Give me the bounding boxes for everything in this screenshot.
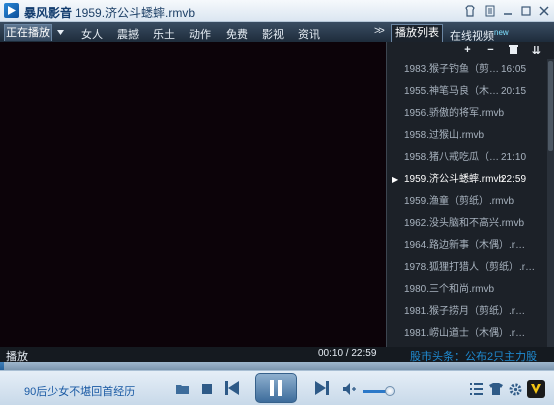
menu-icon[interactable] [482,3,498,19]
open-folder-icon[interactable] [176,383,190,395]
app-logo-icon [4,3,19,18]
control-bar: 90后少女不堪回首经历 [0,370,554,405]
playlist-item-duration: 21:10 [501,152,527,163]
maximize-icon[interactable] [518,3,534,19]
pause-button[interactable] [255,373,297,403]
playlist-item[interactable]: 1959.渔童（剪纸）.rmvb [387,191,547,213]
trash-icon[interactable] [507,44,520,57]
playlist-scrollbar[interactable] [547,59,554,347]
playlist-item[interactable]: 1978.狐狸打猎人（剪纸）.r… [387,257,547,279]
skin-shirt-icon[interactable] [489,382,503,396]
playlist-item[interactable]: 1962.没头脑和不高兴.rmvb [387,213,547,235]
playlist-item-name: 1958.过猴山.rmvb [404,130,485,141]
stop-icon[interactable] [201,383,213,395]
nav-item-women[interactable]: 女人 [81,26,103,42]
nav-item-free[interactable]: 免费 [226,26,248,42]
playlist-item-name: 1981.猴子捞月（剪纸）.r… [404,306,526,317]
playlist-item-name: 1959.济公斗蟋蟀.rmvb [404,174,505,185]
playlist-item-name: 1962.没头脑和不高兴.rmvb [404,218,525,229]
app-name: 暴风影音 [24,6,73,20]
nav-item-movies[interactable]: 影视 [262,26,284,42]
playlist-item[interactable]: ▶ 1959.济公斗蟋蟀.rmvb 22:59 [387,169,547,191]
tab-online-label: 在线视频 [450,30,494,43]
time-readout: 00:10 / 22:59 [318,348,377,359]
settings-gear-icon[interactable] [508,382,522,396]
nav-item-shock[interactable]: 震撼 [117,26,139,42]
minimize-icon[interactable] [500,3,516,19]
playlist-item-duration: 16:05 [501,64,527,75]
playlist-item-name: 1958.猪八戒吃瓜（… [404,152,500,163]
scrollbar-thumb[interactable] [548,61,553,151]
brand-logo-icon[interactable] [527,380,545,398]
tab-playlist[interactable]: 播放列表 [391,24,443,42]
sort-icon[interactable]: ⇊ [530,44,543,57]
volume-knob[interactable] [385,386,395,396]
title-bar: 暴风影音 1959.济公斗蟋蟀.rmvb [0,0,554,22]
promo-link[interactable]: 90后少女不堪回首经历 [24,383,135,399]
close-icon[interactable] [536,3,552,19]
volume-icon[interactable] [343,382,357,396]
status-bar: 播放 00:10 / 22:59 股市头条：公布2只主力股 [0,347,554,363]
collapse-panel-icon[interactable]: >> [374,25,385,37]
playlist-item-name: 1956.骄傲的将军.rmvb [404,108,505,119]
nav-bar: 正在播放 女人 震撼 乐土 动作 免费 影视 资讯 >> 播放列表 在线视频ne… [0,22,554,43]
skin-icon[interactable] [462,3,478,19]
playlist-item[interactable]: 1983.猴子钓鱼（剪… 16:05 [387,59,547,81]
playlist-icon[interactable] [469,382,483,396]
video-area[interactable] [0,42,386,347]
playlist-item-duration: 20:15 [501,86,527,97]
playlist-toolbar: + − ⇊ [387,42,554,58]
new-badge: new [494,28,509,37]
playlist-item[interactable]: 1981.猴子捞月（剪纸）.r… [387,301,547,323]
playlist-item-duration: 22:59 [501,174,527,185]
tab-online-video[interactable]: 在线视频new [446,24,510,43]
playlist-item[interactable]: 1955.神笔马良（木… 20:15 [387,81,547,103]
next-icon[interactable] [314,380,330,396]
playlist-item[interactable]: 1956.骄傲的将军.rmvb [387,103,547,125]
tab-now-playing[interactable]: 正在播放 [4,24,52,41]
playlist-item-name: 1978.狐狸打猎人（剪纸）.r… [404,262,536,273]
file-title: 1959.济公斗蟋蟀.rmvb [75,6,196,20]
playlist-item-name: 1983.猴子钓鱼（剪… [404,64,500,75]
add-icon[interactable]: + [461,44,474,56]
now-playing-indicator-icon: ▶ [392,175,399,184]
nav-item-news[interactable]: 资讯 [298,26,320,42]
previous-icon[interactable] [224,380,240,396]
playlist-item-name: 1955.神笔马良（木… [404,86,500,97]
playlist-item[interactable]: 1981.崂山道士（木偶）.r… [387,323,547,345]
playlist-panel: + − ⇊ 1983.猴子钓鱼（剪… 16:05 1955.神笔马良（木… 20:15… [386,42,554,347]
playlist-item-name: 1981.崂山道士（木偶）.r… [404,328,526,339]
playlist-item-name: 1980.三个和尚.rmvb [404,284,495,295]
playlist-list: 1983.猴子钓鱼（剪… 16:05 1955.神笔马良（木… 20:15 1956.骄… [387,59,547,347]
playlist-item[interactable]: 1980.三个和尚.rmvb [387,279,547,301]
remove-icon[interactable]: − [484,44,497,56]
playlist-item[interactable]: 1964.路边新事（木偶）.r… [387,235,547,257]
nav-item-paradise[interactable]: 乐土 [153,26,175,42]
nav-item-action[interactable]: 动作 [189,26,211,42]
playlist-item-name: 1959.渔童（剪纸）.rmvb [404,196,515,207]
chevron-down-icon[interactable] [54,24,66,41]
progress-bar[interactable] [0,362,554,370]
progress-fill [0,362,4,370]
playlist-item-name: 1964.路边新事（木偶）.r… [404,240,526,251]
playlist-item[interactable]: 1958.过猴山.rmvb [387,125,547,147]
playlist-item[interactable]: 1958.猪八戒吃瓜（… 21:10 [387,147,547,169]
